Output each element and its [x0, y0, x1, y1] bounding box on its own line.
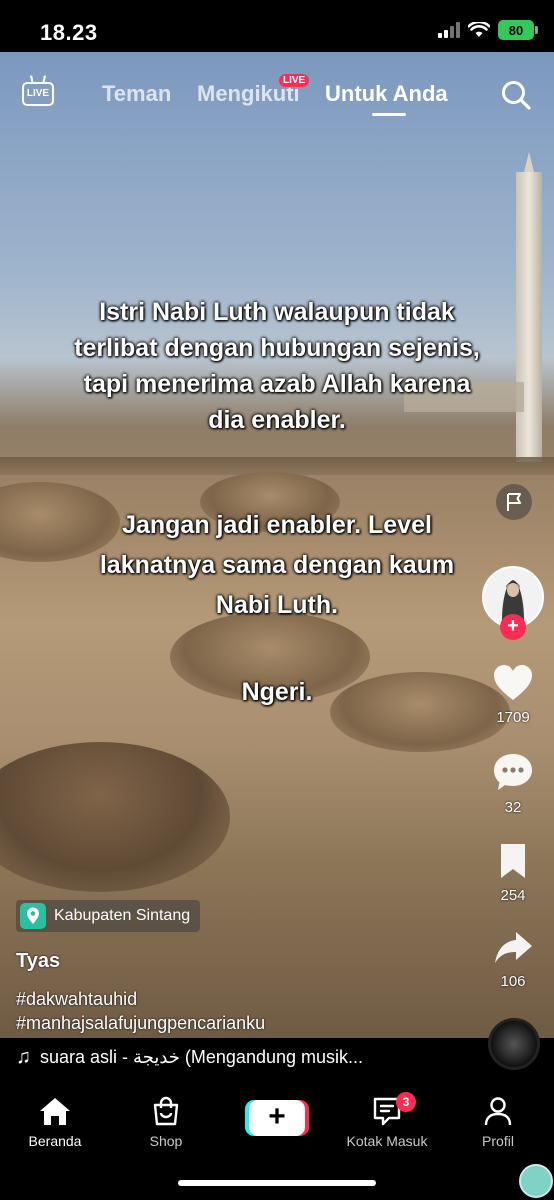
assistive-avatar-icon[interactable] — [519, 1164, 553, 1198]
cellular-signal-icon — [438, 22, 460, 38]
search-icon[interactable] — [500, 79, 532, 111]
username[interactable]: Tyas — [16, 950, 60, 973]
overlay-text-line: dia enabler. — [208, 406, 346, 434]
tab-teman[interactable]: Teman — [102, 81, 171, 107]
shop-bag-icon — [153, 1096, 179, 1126]
create-plus-button[interactable]: + — [249, 1100, 305, 1136]
video-player[interactable] — [0, 52, 554, 1038]
status-bar: 18.23 80 — [0, 0, 554, 52]
nav-shop[interactable]: Shop — [116, 1096, 216, 1149]
overlay-text-line: tapi menerima azab Allah karena — [83, 370, 471, 398]
comment-count: 32 — [504, 799, 522, 816]
overlay-text-line: Istri Nabi Luth walaupun tidak — [99, 298, 455, 326]
save-button[interactable]: 254 — [490, 842, 536, 904]
overlay-text-line: laknatnya sama dengan kaum — [99, 551, 455, 579]
flag-icon — [507, 493, 521, 511]
overlay-text-line: Jangan jadi enabler. Level — [122, 511, 432, 539]
nav-profile[interactable]: Profil — [448, 1096, 548, 1149]
overlay-text-line: terlibat dengan hubungan sejenis, — [74, 334, 480, 362]
like-button[interactable]: 1709 — [490, 664, 536, 726]
comment-button[interactable]: 32 — [490, 752, 536, 816]
battery-level: 80 — [508, 22, 524, 38]
battery-icon: 80 — [498, 20, 538, 40]
nav-profile-label: Profil — [482, 1133, 514, 1149]
live-icon-label: LIVE — [22, 82, 54, 106]
grave-mound — [0, 742, 230, 892]
report-flag-button[interactable] — [496, 484, 532, 520]
status-icons: 80 — [438, 20, 538, 40]
music-title[interactable]: suara asli - خديجة (Mengandung musik... — [40, 1047, 363, 1068]
follow-button[interactable]: + — [500, 614, 526, 640]
overlay-text-line: Ngeri. — [241, 678, 313, 706]
status-time: 18.23 — [40, 20, 98, 45]
nav-home-label: Beranda — [28, 1133, 82, 1149]
active-tab-indicator — [372, 113, 406, 116]
nav-inbox[interactable]: Kotak Masuk — [337, 1096, 437, 1149]
bookmark-icon — [501, 844, 525, 878]
hashtag[interactable]: #manhajsalafujungpencarianku — [16, 1013, 265, 1034]
share-arrow-icon — [495, 932, 532, 963]
profile-icon — [484, 1097, 512, 1126]
tab-untuk-anda[interactable]: Untuk Anda — [325, 81, 448, 107]
nav-inbox-label: Kotak Masuk — [346, 1133, 428, 1149]
share-button[interactable]: 106 — [490, 928, 536, 990]
save-count: 254 — [500, 887, 526, 904]
home-icon — [40, 1098, 70, 1125]
hashtag[interactable]: #dakwahtauhid — [16, 989, 137, 1010]
share-count: 106 — [500, 973, 526, 990]
inbox-notification-badge: 3 — [396, 1092, 416, 1112]
home-indicator — [178, 1180, 376, 1186]
nav-home[interactable]: Beranda — [5, 1096, 105, 1149]
wifi-icon — [468, 22, 490, 37]
location-tag[interactable]: Kabupaten Sintang — [16, 900, 201, 932]
location-pin-icon — [20, 903, 46, 929]
music-note-icon: ♫ — [16, 1046, 31, 1068]
live-tv-icon[interactable]: LIVE — [22, 75, 54, 106]
music-disc-icon[interactable] — [488, 1018, 540, 1070]
live-badge: LIVE — [279, 74, 310, 87]
comment-bubble-icon — [494, 754, 532, 790]
heart-icon — [494, 665, 532, 700]
nav-shop-label: Shop — [149, 1133, 183, 1149]
location-name: Kabupaten Sintang — [54, 907, 191, 924]
overlay-text-line: Nabi Luth. — [215, 591, 339, 619]
like-count: 1709 — [496, 709, 530, 726]
